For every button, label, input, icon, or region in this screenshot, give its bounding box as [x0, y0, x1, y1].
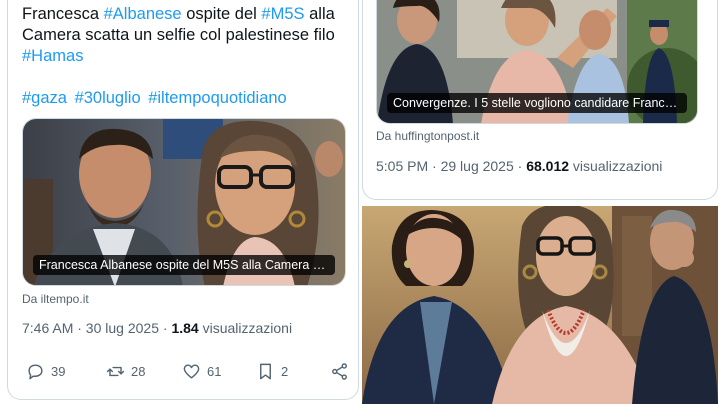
hashtag-albanese[interactable]: #Albanese [104, 5, 182, 23]
tweet-meta: 7:46 AM · 30 lug 2025 · 1.84 visualizzaz… [22, 320, 292, 336]
like-count: 61 [207, 364, 222, 379]
link-card-caption: Francesca Albanese ospite del M5S alla C… [33, 255, 335, 275]
share-icon [332, 363, 347, 380]
bookmark-icon [260, 363, 271, 380]
reply-count: 39 [51, 364, 66, 379]
tweet-timestamp[interactable]: 7:46 AM · 30 lug 2025 · [22, 320, 171, 336]
bookmark-button[interactable]: 2 [256, 362, 288, 381]
like-button[interactable]: 61 [182, 362, 221, 381]
retweet-count: 28 [131, 364, 146, 379]
views-count: 68.012 [526, 158, 570, 174]
link-card-source[interactable]: Da iltempo.it [22, 292, 89, 306]
photo-image [362, 206, 718, 404]
hashtag-hamas[interactable]: #Hamas [22, 47, 83, 65]
tweet-left[interactable]: Francesca #Albanese ospite del #M5S alla… [7, 0, 359, 400]
tweet-actions: 39 28 61 2 [26, 362, 348, 384]
hashtag-iltempoquotidiano[interactable]: #iltempoquotidiano [148, 89, 287, 107]
tweet-right[interactable]: Convergenze. I 5 stelle vogliono candida… [362, 0, 718, 200]
link-card-source[interactable]: Da huffingtonpost.it [376, 129, 479, 143]
views-count: 1.84 [171, 320, 199, 336]
hashtag-m5s[interactable]: #M5S [261, 5, 304, 23]
link-card-caption: Convergenze. I 5 stelle vogliono candida… [387, 93, 687, 113]
reply-icon [28, 364, 43, 380]
views-label: visualizzazioni [202, 320, 293, 336]
tweet-text-part: ospite del [181, 5, 262, 23]
hashtag-list: #gaza #30luglio #iltempoquotidiano [22, 88, 290, 109]
link-card-image[interactable]: Convergenze. I 5 stelle vogliono candida… [376, 0, 698, 124]
retweet-icon [106, 366, 125, 377]
retweet-button[interactable]: 28 [106, 362, 145, 381]
reply-button[interactable]: 39 [26, 362, 65, 381]
tweet-text-part: Francesca [22, 5, 104, 23]
tweet-meta: 5:05 PM · 29 lug 2025 · 68.012 visualizz… [376, 158, 662, 174]
heart-icon [183, 364, 200, 379]
views-label: visualizzazioni [572, 158, 663, 174]
hashtag-gaza[interactable]: #gaza [22, 89, 67, 107]
photo-two-women [362, 206, 718, 404]
hashtag-30luglio[interactable]: #30luglio [75, 89, 141, 107]
link-card-image[interactable]: Francesca Albanese ospite del M5S alla C… [22, 118, 346, 286]
share-button[interactable] [330, 362, 349, 381]
tweet-text: Francesca #Albanese ospite del #M5S alla… [22, 4, 352, 67]
bookmark-count: 2 [281, 364, 289, 379]
tweet-timestamp[interactable]: 5:05 PM · 29 lug 2025 · [376, 158, 526, 174]
